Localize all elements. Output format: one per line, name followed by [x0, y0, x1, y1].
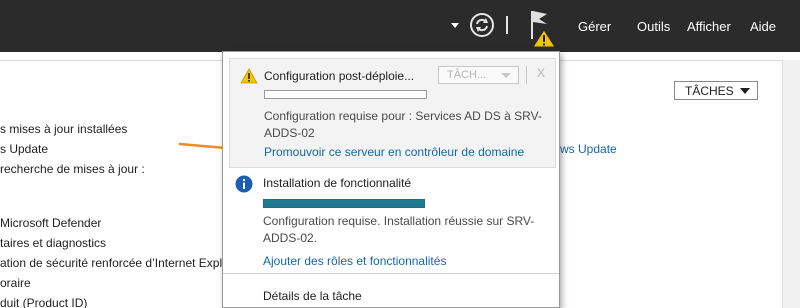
task-progress-bar [264, 90, 427, 99]
property-label: taires et diagnostics [0, 236, 107, 250]
info-icon [235, 175, 253, 193]
task-post-deployment: Configuration post-déploie... TÂCH... X … [229, 58, 556, 168]
task-details-button[interactable]: Détails de la tâche [263, 289, 362, 303]
property-label: ation de sécurité renforcée d’Internet E… [0, 256, 229, 270]
property-label: oraire [0, 276, 31, 290]
task-progress-bar [263, 199, 425, 208]
taches-dropdown-disabled: TÂCH... [438, 66, 519, 84]
scrollbar[interactable] [782, 60, 800, 308]
dropdown-arrow-icon[interactable] [449, 20, 461, 30]
notifications-popup: Configuration post-déploie... TÂCH... X … [222, 51, 560, 308]
notification-flag-icon[interactable] [525, 8, 559, 48]
taches-label: TÂCHES [685, 84, 734, 98]
warning-icon [240, 68, 258, 84]
chevron-down-icon [501, 73, 511, 78]
menu-afficher[interactable]: Afficher [687, 19, 731, 34]
server-manager-topbar: Gérer Outils Afficher Aide [0, 0, 800, 52]
windows-update-link[interactable]: ws Update [560, 142, 617, 156]
add-roles-features-link[interactable]: Ajouter des rôles et fonctionnalités [263, 254, 446, 268]
task-description: Configuration requise pour : Services AD… [264, 109, 542, 140]
menu-aide[interactable]: Aide [750, 19, 776, 34]
section-divider [0, 60, 222, 61]
toolbar-separator [506, 16, 508, 34]
taches-label: TÂCH... [447, 69, 487, 81]
separator [526, 66, 527, 84]
menu-gerer[interactable]: Gérer [578, 19, 611, 34]
close-icon: X [537, 66, 546, 80]
property-label: recherche de mises à jour : [0, 162, 145, 176]
task-title: Installation de fonctionnalité [263, 176, 412, 190]
promote-dc-link[interactable]: Promouvoir ce serveur en contrôleur de d… [264, 145, 524, 159]
menu-outils[interactable]: Outils [637, 19, 670, 34]
refresh-icon[interactable] [469, 12, 495, 38]
task-title: Configuration post-déploie... [264, 69, 415, 83]
property-label: duit (Product ID) [0, 296, 88, 308]
taches-dropdown[interactable]: TÂCHES [674, 81, 758, 100]
popup-divider [223, 273, 559, 274]
task-description: Configuration requise. Installation réus… [263, 214, 535, 245]
chevron-down-icon [740, 88, 750, 94]
property-label: s mises à jour installées [0, 122, 128, 136]
property-label: s Update [0, 142, 49, 156]
section-divider [560, 60, 782, 61]
property-label: Microsoft Defender [0, 216, 102, 230]
